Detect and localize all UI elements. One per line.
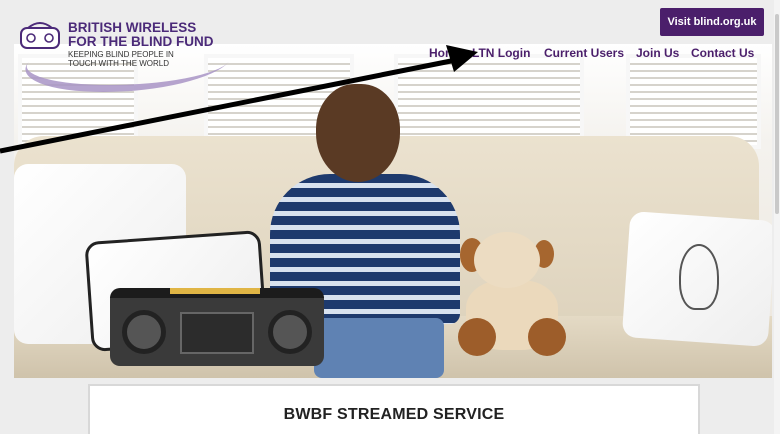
teddy-dog xyxy=(452,232,576,358)
logo-title-line2: FOR THE BLIND FUND xyxy=(68,34,214,49)
page-scrollbar[interactable] xyxy=(774,0,780,434)
logo-tagline-line1: KEEPING BLIND PEOPLE IN xyxy=(68,50,174,59)
nav-current-users[interactable]: Current Users xyxy=(544,46,624,64)
logo-tagline-line2: TOUCH WITH THE WORLD xyxy=(68,59,170,68)
nav-ltn-login[interactable]: LTN Login xyxy=(472,46,530,64)
window-shutter xyxy=(626,54,761,149)
nav-join-us[interactable]: Join Us xyxy=(636,46,679,64)
nav-home[interactable]: Home xyxy=(429,46,462,64)
bird-sketch xyxy=(679,244,719,310)
scrollbar-thumb[interactable] xyxy=(775,14,779,214)
radio-cassette-player xyxy=(110,288,324,366)
visit-site-button[interactable]: Visit blind.org.uk xyxy=(660,8,764,36)
logo-title-line1: BRITISH WIRELESS xyxy=(68,20,197,35)
radio-icon xyxy=(20,22,60,49)
site-logo[interactable]: BRITISH WIRELESS FOR THE BLIND FUND KEEP… xyxy=(3,14,229,96)
service-card: BWBF STREAMED SERVICE xyxy=(88,384,700,434)
nav-contact-us[interactable]: Contact Us xyxy=(691,46,754,64)
service-title: BWBF STREAMED SERVICE xyxy=(283,406,505,423)
